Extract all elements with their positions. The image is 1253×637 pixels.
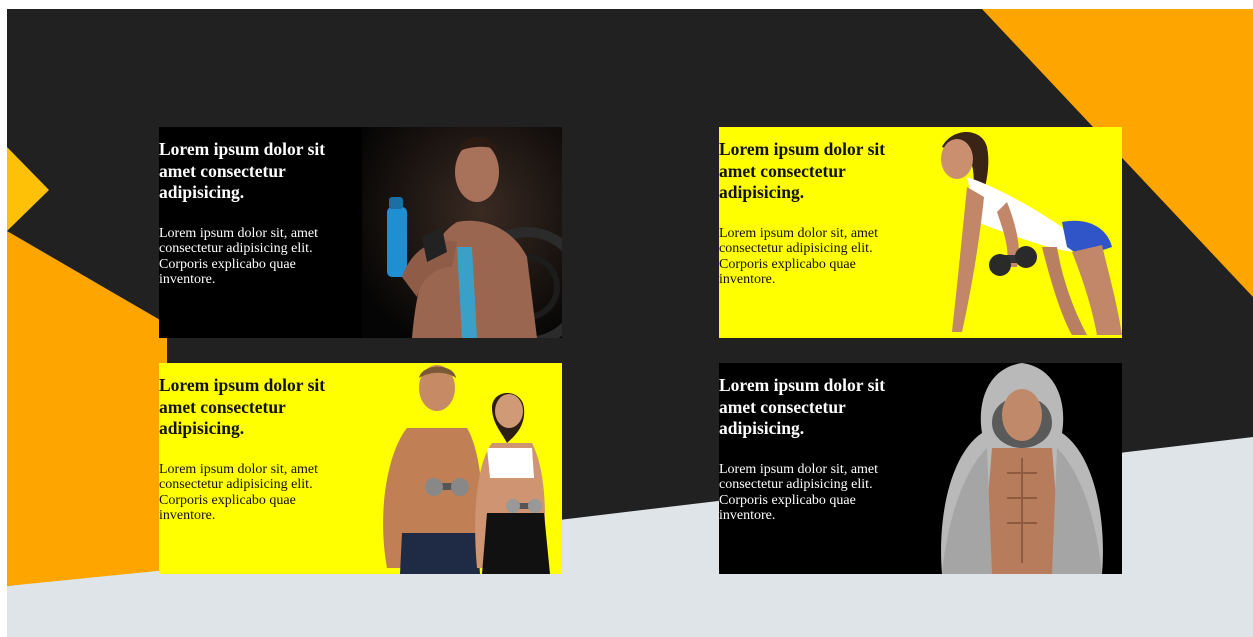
page: Lorem ipsum dolor sit amet consectetur a… xyxy=(7,9,1253,637)
card-1[interactable]: Lorem ipsum dolor sit amet consectetur a… xyxy=(159,127,562,338)
card-1-body: Lorem ipsum dolor sit, amet consectetur … xyxy=(159,225,319,288)
card-2-heading: Lorem ipsum dolor sit amet consectetur a… xyxy=(719,139,886,202)
card-1-heading: Lorem ipsum dolor sit amet consectetur a… xyxy=(159,139,326,202)
woman-dumbbell-row-photo xyxy=(922,127,1122,338)
card-2[interactable]: Lorem ipsum dolor sit amet consectetur a… xyxy=(719,127,1122,338)
card-2-body: Lorem ipsum dolor sit, amet consectetur … xyxy=(719,225,879,288)
man-hoodie-photo xyxy=(922,363,1122,574)
card-3-body: Lorem ipsum dolor sit, amet consectetur … xyxy=(159,461,319,524)
card-3-heading: Lorem ipsum dolor sit amet consectetur a… xyxy=(159,375,326,438)
card-4-body: Lorem ipsum dolor sit, amet consectetur … xyxy=(719,461,879,524)
card-4-text: Lorem ipsum dolor sit amet consectetur a… xyxy=(719,375,909,524)
card-4[interactable]: Lorem ipsum dolor sit amet consectetur a… xyxy=(719,363,1122,574)
card-3-text: Lorem ipsum dolor sit amet consectetur a… xyxy=(159,375,349,524)
card-1-text: Lorem ipsum dolor sit amet consectetur a… xyxy=(159,139,349,288)
fitness-couple-photo xyxy=(362,363,562,574)
card-3[interactable]: Lorem ipsum dolor sit amet consectetur a… xyxy=(159,363,562,574)
man-drinking-shaker-photo xyxy=(362,127,562,338)
card-4-heading: Lorem ipsum dolor sit amet consectetur a… xyxy=(719,375,886,438)
card-2-text: Lorem ipsum dolor sit amet consectetur a… xyxy=(719,139,909,288)
